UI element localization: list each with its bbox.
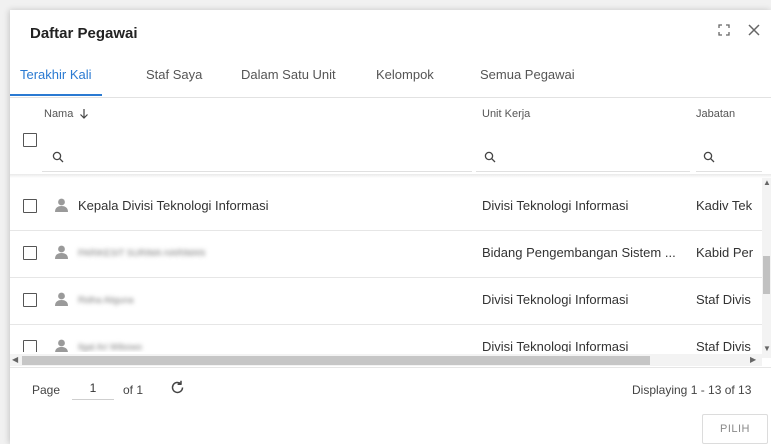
cell-jabatan: Kadiv Tek (696, 198, 753, 213)
tab-kelompok[interactable]: Kelompok (366, 56, 444, 96)
user-icon (55, 198, 68, 212)
row-checkbox[interactable] (23, 293, 37, 307)
table-row[interactable]: Ilgal Ari Wibowo Divisi Teknologi Inform… (10, 325, 762, 352)
tab-bar: Terakhir Kali Staf Saya Dalam Satu Unit … (10, 56, 771, 98)
table-row[interactable]: Ridha Aliguna Divisi Teknologi Informasi… (10, 278, 762, 325)
user-icon (55, 339, 68, 352)
dialog-titlebar: Daftar Pegawai (10, 10, 771, 54)
unit-filter-input[interactable] (476, 171, 690, 172)
employee-dialog: Daftar Pegawai Terakhir Kali Staf Saya D… (10, 10, 771, 444)
arrow-down-icon (79, 108, 89, 122)
jabatan-filter-input[interactable] (696, 171, 762, 172)
table-row[interactable]: Kepala Divisi Teknologi Informasi Divisi… (10, 184, 762, 231)
cell-jabatan: Staf Divis (696, 292, 751, 307)
user-icon (55, 245, 68, 259)
vertical-scroll-thumb[interactable] (763, 256, 770, 294)
search-icon[interactable] (484, 150, 496, 163)
tab-staf-saya[interactable]: Staf Saya (136, 56, 212, 96)
column-header-nama[interactable]: Nama (44, 108, 89, 122)
row-checkbox[interactable] (23, 199, 37, 213)
grid-header: Nama Unit Kerja Jabatan (10, 98, 771, 174)
cell-jabatan: Kabid Per (696, 245, 754, 260)
scroll-down-icon[interactable]: ▼ (763, 344, 771, 353)
grid-body: Kepala Divisi Teknologi Informasi Divisi… (10, 184, 762, 352)
horizontal-scrollbar[interactable]: ◀ ▶ (10, 354, 762, 366)
pilih-button[interactable]: PILIH (702, 414, 768, 444)
page-number-input[interactable] (72, 377, 114, 400)
page-label: Page (32, 383, 61, 397)
horizontal-scroll-thumb[interactable] (22, 356, 650, 365)
row-checkbox[interactable] (23, 246, 37, 260)
dialog-actions: PILIH (10, 407, 771, 444)
user-icon (55, 292, 68, 306)
tab-dalam-satu-unit[interactable]: Dalam Satu Unit (231, 56, 346, 96)
display-count: Displaying 1 - 13 of 13 (632, 383, 752, 397)
cell-nama: Kepala Divisi Teknologi Informasi (78, 198, 269, 213)
cell-unit-kerja: Divisi Teknologi Informasi (482, 339, 629, 352)
scroll-left-icon[interactable]: ◀ (12, 355, 18, 364)
cell-nama: Ridha Aliguna (78, 295, 134, 305)
header-divider (10, 174, 771, 178)
table-row[interactable]: PARIKESIT SURIMA HARIMAN Bidang Pengemba… (10, 231, 762, 278)
nama-filter-input[interactable] (42, 171, 472, 172)
maximize-icon[interactable] (716, 22, 734, 40)
search-icon[interactable] (703, 150, 715, 163)
column-header-unit-kerja[interactable]: Unit Kerja (482, 108, 530, 120)
vertical-scrollbar[interactable]: ▲ ▼ (762, 178, 771, 358)
cell-jabatan: Staf Divis (696, 339, 751, 352)
scroll-up-icon[interactable]: ▲ (763, 178, 771, 187)
page-total-label: of 1 (123, 383, 144, 397)
select-all-checkbox[interactable] (23, 133, 37, 147)
tab-terakhir-kali[interactable]: Terakhir Kali (10, 56, 102, 96)
refresh-icon[interactable] (170, 380, 185, 395)
dialog-title: Daftar Pegawai (30, 25, 138, 42)
cell-nama: PARIKESIT SURIMA HARIMAN (78, 248, 206, 258)
cell-unit-kerja: Bidang Pengembangan Sistem ... (482, 245, 676, 260)
row-checkbox[interactable] (23, 340, 37, 352)
close-icon[interactable] (746, 22, 764, 40)
column-header-jabatan[interactable]: Jabatan (696, 108, 735, 120)
tab-semua-pegawai[interactable]: Semua Pegawai (470, 56, 585, 96)
scroll-right-icon[interactable]: ▶ (750, 355, 756, 364)
cell-unit-kerja: Divisi Teknologi Informasi (482, 198, 629, 213)
cell-unit-kerja: Divisi Teknologi Informasi (482, 292, 629, 307)
cell-nama: Ilgal Ari Wibowo (78, 342, 143, 352)
paging-toolbar: Page of 1 Displaying 1 - 13 of 13 (10, 367, 771, 408)
search-icon[interactable] (52, 150, 64, 163)
